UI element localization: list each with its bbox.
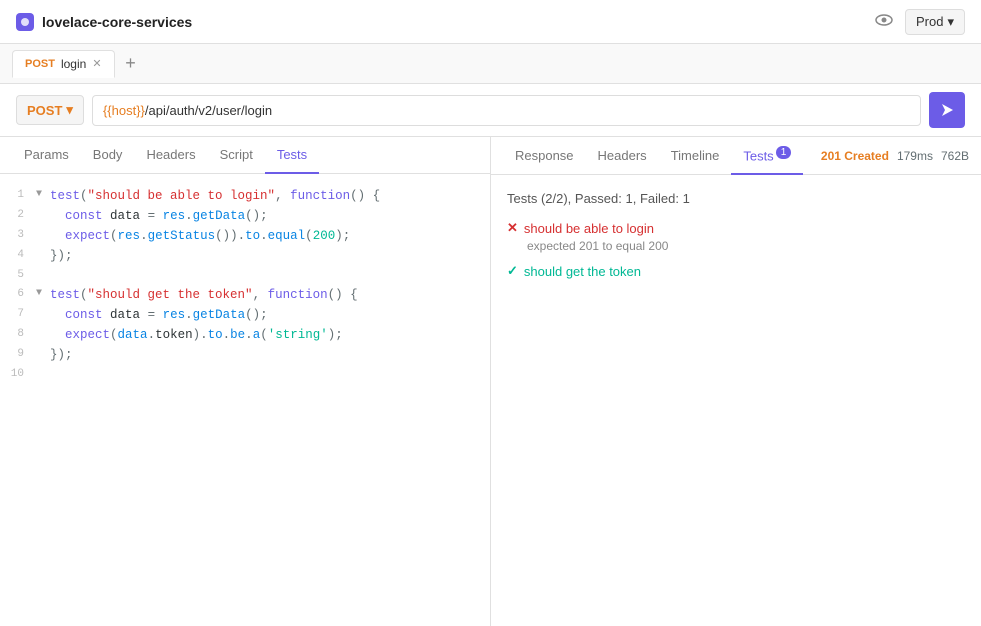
top-bar-right: Prod ▾ [875,9,965,35]
top-bar: lovelace-core-services Prod ▾ [0,0,981,44]
tests-badge: 1 [776,146,792,159]
code-line-8: 8 expect(data.token).to.be.a('string'); [0,325,490,345]
code-line-5: 5 [0,266,490,285]
test-fail-label: ✕ should be able to login [507,220,965,236]
test-pass-label: ✓ should get the token [507,263,965,279]
test-item-fail: ✕ should be able to login expected 201 t… [507,220,965,253]
request-tab-post-login[interactable]: POST login ✕ [12,50,115,78]
send-button[interactable] [929,92,965,128]
pass-icon: ✓ [507,263,518,279]
top-bar-left: lovelace-core-services [16,13,192,31]
response-time: 179ms [897,149,933,163]
test-fail-detail: expected 201 to equal 200 [527,239,965,253]
tab-script[interactable]: Script [208,137,265,174]
tab-headers[interactable]: Headers [134,137,207,174]
test-results-panel: Tests (2/2), Passed: 1, Failed: 1 ✕ shou… [491,175,981,305]
tab-params[interactable]: Params [12,137,81,174]
tab-tests-results[interactable]: Tests1 [731,137,803,175]
url-display[interactable]: {{host}}/api/auth/v2/user/login [92,95,921,126]
right-panel: Response Headers Timeline Tests1 201 Cre… [491,137,981,626]
left-panel: Params Body Headers Script Tests 1 ▼ tes… [0,137,491,626]
status-info: 201 Created 179ms 762B [821,149,969,163]
status-code: 201 Created [821,149,889,163]
add-tab-button[interactable]: + [119,52,143,76]
left-panel-tabs: Params Body Headers Script Tests [0,137,490,174]
code-line-3: 3 expect(res.getStatus()).to.equal(200); [0,226,490,246]
url-host-var: {{host}} [103,103,145,118]
right-panel-tabs: Response Headers Timeline Tests1 201 Cre… [491,137,981,175]
method-label: POST [27,103,62,118]
url-path: /api/auth/v2/user/login [145,103,272,118]
test-item-pass: ✓ should get the token [507,263,965,279]
response-size: 762B [941,149,969,163]
code-line-1: 1 ▼ test("should be able to login", func… [0,186,490,206]
app-title: lovelace-core-services [42,14,192,30]
url-bar: POST ▾ {{host}}/api/auth/v2/user/login [0,84,981,137]
code-line-7: 7 const data = res.getData(); [0,305,490,325]
tab-close-button[interactable]: ✕ [92,57,101,70]
tab-bar: POST login ✕ + [0,44,981,84]
fail-icon: ✕ [507,220,518,236]
code-line-4: 4 }); [0,246,490,266]
tab-response[interactable]: Response [503,138,586,175]
code-editor[interactable]: 1 ▼ test("should be able to login", func… [0,174,490,626]
tab-headers-response[interactable]: Headers [586,138,659,175]
code-line-6: 6 ▼ test("should get the token", functio… [0,285,490,305]
test-pass-name: should get the token [524,264,641,279]
tab-tests[interactable]: Tests [265,137,319,174]
tab-method-badge: POST [25,58,55,70]
method-select[interactable]: POST ▾ [16,95,84,125]
tab-body[interactable]: Body [81,137,135,174]
eye-icon[interactable] [875,13,893,31]
app-icon [16,13,34,31]
code-line-2: 2 const data = res.getData(); [0,206,490,226]
main-content: Params Body Headers Script Tests 1 ▼ tes… [0,137,981,626]
tab-timeline[interactable]: Timeline [659,138,732,175]
test-fail-name: should be able to login [524,221,654,236]
method-dropdown-icon: ▾ [66,102,73,118]
env-dropdown-button[interactable]: Prod ▾ [905,9,965,35]
code-line-10: 10 [0,365,490,384]
tab-label: login [61,57,86,71]
code-line-9: 9 }); [0,345,490,365]
test-summary: Tests (2/2), Passed: 1, Failed: 1 [507,191,965,206]
